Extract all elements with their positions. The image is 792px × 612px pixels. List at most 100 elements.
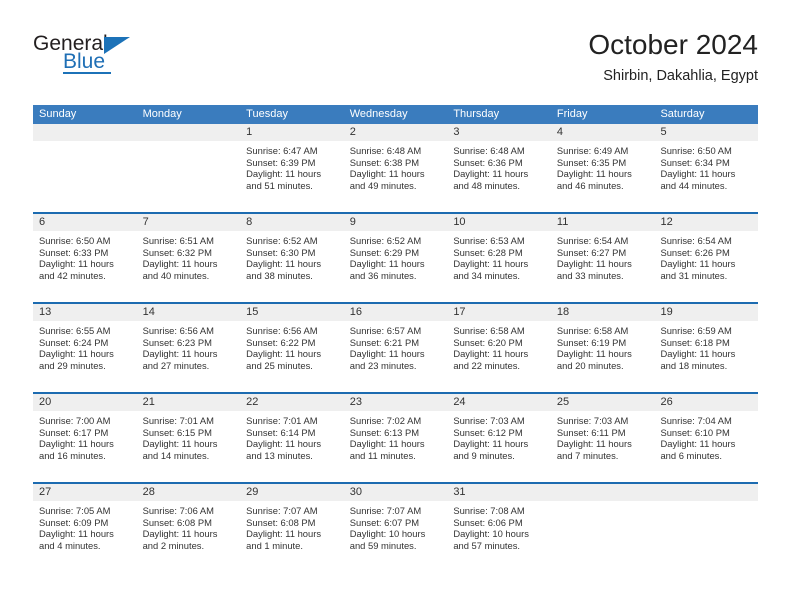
day-info: Sunrise: 6:57 AM Sunset: 6:21 PM Daylight:… [344,321,448,371]
day-number-band: 21 [136,394,241,411]
day-cell[interactable]: 14 Sunrise: 6:56 AM Sunset: 6:23 PM Dayligh… [136,304,241,392]
day-cell[interactable]: 21 Sunrise: 7:01 AM Sunset: 6:15 PM Dayligh… [136,394,241,482]
sunrise-text: Sunrise: 6:51 AM [142,235,214,246]
day-number: 28 [142,486,155,498]
day-cell[interactable]: 12 Sunrise: 6:54 AM Sunset: 6:26 PM Dayligh… [654,214,759,302]
day-cell[interactable]: 10 Sunrise: 6:53 AM Sunset: 6:28 PM Dayligh… [447,214,551,302]
sunset-text: Sunset: 6:30 PM [246,246,316,258]
calendar-week-row: 13 Sunrise: 6:55 AM Sunset: 6:24 PM Dayligh… [33,302,759,392]
day-number: 9 [349,216,356,228]
sunset-text: Sunset: 6:36 PM [453,156,523,168]
page-header: General Blue October 2024 Shirbin, Dakah… [33,28,758,98]
day-cell[interactable]: 19 Sunrise: 6:59 AM Sunset: 6:18 PM Dayligh… [654,304,759,392]
day-number-band: 23 [343,394,448,411]
day-info: Sunrise: 6:51 AM Sunset: 6:32 PM Daylight:… [137,231,241,281]
day-cell[interactable]: 5 Sunrise: 6:50 AM Sunset: 6:34 PM Daylight… [654,124,759,212]
day-number-band: 28 [136,484,241,501]
day-cell[interactable]: 6 Sunrise: 6:50 AM Sunset: 6:33 PM Daylight… [33,214,137,302]
day-info: Sunrise: 6:58 AM Sunset: 6:19 PM Daylight:… [551,321,655,371]
day-number: 7 [142,216,149,228]
day-cell[interactable]: 16 Sunrise: 6:57 AM Sunset: 6:21 PM Dayligh… [343,304,448,392]
day-cell[interactable]: 20 Sunrise: 7:00 AM Sunset: 6:17 PM Dayligh… [33,394,137,482]
day-info: Sunrise: 6:54 AM Sunset: 6:27 PM Daylight:… [551,231,655,281]
day-cell[interactable]: 9 Sunrise: 6:52 AM Sunset: 6:29 PM Daylight… [343,214,448,302]
sunset-text: Sunset: 6:18 PM [660,336,730,348]
day-number: 30 [349,486,362,498]
sunrise-text: Sunrise: 7:04 AM [660,415,732,426]
sunset-text: Sunset: 6:19 PM [556,336,627,348]
daylight-text: Daylight: 11 hours and 13 minutes. [246,438,322,461]
weekday-header-friday: Friday [556,108,588,120]
sunrise-text: Sunrise: 6:58 AM [453,325,525,336]
day-info: Sunrise: 7:08 AM Sunset: 6:06 PM Daylight:… [447,501,551,551]
sunrise-text: Sunrise: 6:53 AM [453,235,525,246]
day-cell[interactable]: 11 Sunrise: 6:54 AM Sunset: 6:27 PM Dayligh… [550,214,655,302]
day-info: Sunrise: 6:50 AM Sunset: 6:34 PM Daylight:… [654,141,758,191]
day-cell[interactable]: 23 Sunrise: 7:02 AM Sunset: 6:13 PM Dayligh… [343,394,448,482]
day-cell[interactable]: 17 Sunrise: 6:58 AM Sunset: 6:20 PM Dayligh… [447,304,551,392]
day-cell[interactable]: 8 Sunrise: 6:52 AM Sunset: 6:30 PM Daylight… [240,214,344,302]
day-number-band: 16 [343,304,448,321]
day-info: Sunrise: 7:03 AM Sunset: 6:12 PM Daylight:… [447,411,551,461]
day-info: Sunrise: 7:06 AM Sunset: 6:08 PM Daylight:… [137,501,241,551]
daylight-text: Daylight: 11 hours and 49 minutes. [349,168,425,191]
day-cell[interactable]: 13 Sunrise: 6:55 AM Sunset: 6:24 PM Dayligh… [33,304,137,392]
sunset-text: Sunset: 6:08 PM [246,516,316,528]
sunset-text: Sunset: 6:29 PM [349,246,420,258]
day-number-band: 2 [343,124,448,141]
page-title: October 2024 [588,29,758,60]
day-info: Sunrise: 6:55 AM Sunset: 6:24 PM Daylight:… [33,321,137,371]
day-cell[interactable]: 28 Sunrise: 7:06 AM Sunset: 6:08 PM Dayligh… [136,484,241,572]
day-cell[interactable]: 3 Sunrise: 6:48 AM Sunset: 6:36 PM Daylight… [447,124,551,212]
day-cell-empty [550,484,655,572]
sunset-text: Sunset: 6:14 PM [246,426,316,438]
day-number-band: 6 [33,214,137,231]
day-cell[interactable]: 29 Sunrise: 7:07 AM Sunset: 6:08 PM Dayligh… [240,484,344,572]
daylight-text: Daylight: 11 hours and 38 minutes. [246,258,322,281]
day-number: 27 [39,486,52,498]
sunrise-text: Sunrise: 6:54 AM [556,235,629,246]
day-number: 12 [660,216,673,228]
day-info: Sunrise: 6:53 AM Sunset: 6:28 PM Daylight:… [447,231,551,281]
sunrise-text: Sunrise: 6:48 AM [349,145,422,156]
sunset-text: Sunset: 6:35 PM [556,156,627,168]
day-info: Sunrise: 7:01 AM Sunset: 6:14 PM Daylight:… [240,411,344,461]
day-cell[interactable]: 30 Sunrise: 7:07 AM Sunset: 6:07 PM Dayligh… [343,484,448,572]
day-cell[interactable]: 31 Sunrise: 7:08 AM Sunset: 6:06 PM Dayligh… [447,484,551,572]
day-cell[interactable]: 4 Sunrise: 6:49 AM Sunset: 6:35 PM Daylight… [550,124,655,212]
day-number: 18 [556,306,570,318]
day-number-band: 18 [550,304,655,321]
calendar-week-row: 27 Sunrise: 7:05 AM Sunset: 6:09 PM Dayligh… [33,482,759,572]
sunset-text: Sunset: 6:27 PM [556,246,627,258]
calendar-week-row: 1 Sunrise: 6:47 AM Sunset: 6:39 PM Daylight… [33,124,759,212]
day-number-band: 14 [136,304,241,321]
sunset-text: Sunset: 6:21 PM [349,336,420,348]
day-cell[interactable]: 2 Sunrise: 6:48 AM Sunset: 6:38 PM Daylight… [343,124,448,212]
day-number: 31 [453,486,466,498]
day-number: 1 [246,126,253,138]
day-cell[interactable]: 27 Sunrise: 7:05 AM Sunset: 6:09 PM Dayligh… [33,484,137,572]
day-number-band: 9 [343,214,448,231]
sunrise-text: Sunrise: 7:07 AM [246,505,318,516]
day-cell[interactable]: 7 Sunrise: 6:51 AM Sunset: 6:32 PM Daylight… [136,214,241,302]
day-cell[interactable]: 15 Sunrise: 6:56 AM Sunset: 6:22 PM Dayligh… [240,304,344,392]
daylight-text: Daylight: 10 hours and 57 minutes. [453,528,529,551]
day-number-band: 22 [240,394,344,411]
day-number-band [136,124,241,141]
daylight-text: Daylight: 11 hours and 25 minutes. [246,348,322,371]
daylight-text: Daylight: 11 hours and 40 minutes. [142,258,218,281]
day-number-band: 20 [33,394,137,411]
day-number: 5 [660,126,667,138]
sunset-text: Sunset: 6:32 PM [142,246,212,258]
day-cell[interactable]: 26 Sunrise: 7:04 AM Sunset: 6:10 PM Dayligh… [654,394,759,482]
day-cell[interactable]: 1 Sunrise: 6:47 AM Sunset: 6:39 PM Daylight… [240,124,344,212]
day-cell[interactable]: 22 Sunrise: 7:01 AM Sunset: 6:14 PM Dayligh… [240,394,344,482]
daylight-text: Daylight: 11 hours and 23 minutes. [349,348,425,371]
day-cell[interactable]: 18 Sunrise: 6:58 AM Sunset: 6:19 PM Dayligh… [550,304,655,392]
day-cell[interactable]: 25 Sunrise: 7:03 AM Sunset: 6:11 PM Dayligh… [550,394,655,482]
day-cell[interactable]: 24 Sunrise: 7:03 AM Sunset: 6:12 PM Dayligh… [447,394,551,482]
day-number-band: 25 [550,394,655,411]
day-cell-empty [654,484,759,572]
sunrise-text: Sunrise: 6:56 AM [142,325,214,336]
day-number: 29 [246,486,259,498]
